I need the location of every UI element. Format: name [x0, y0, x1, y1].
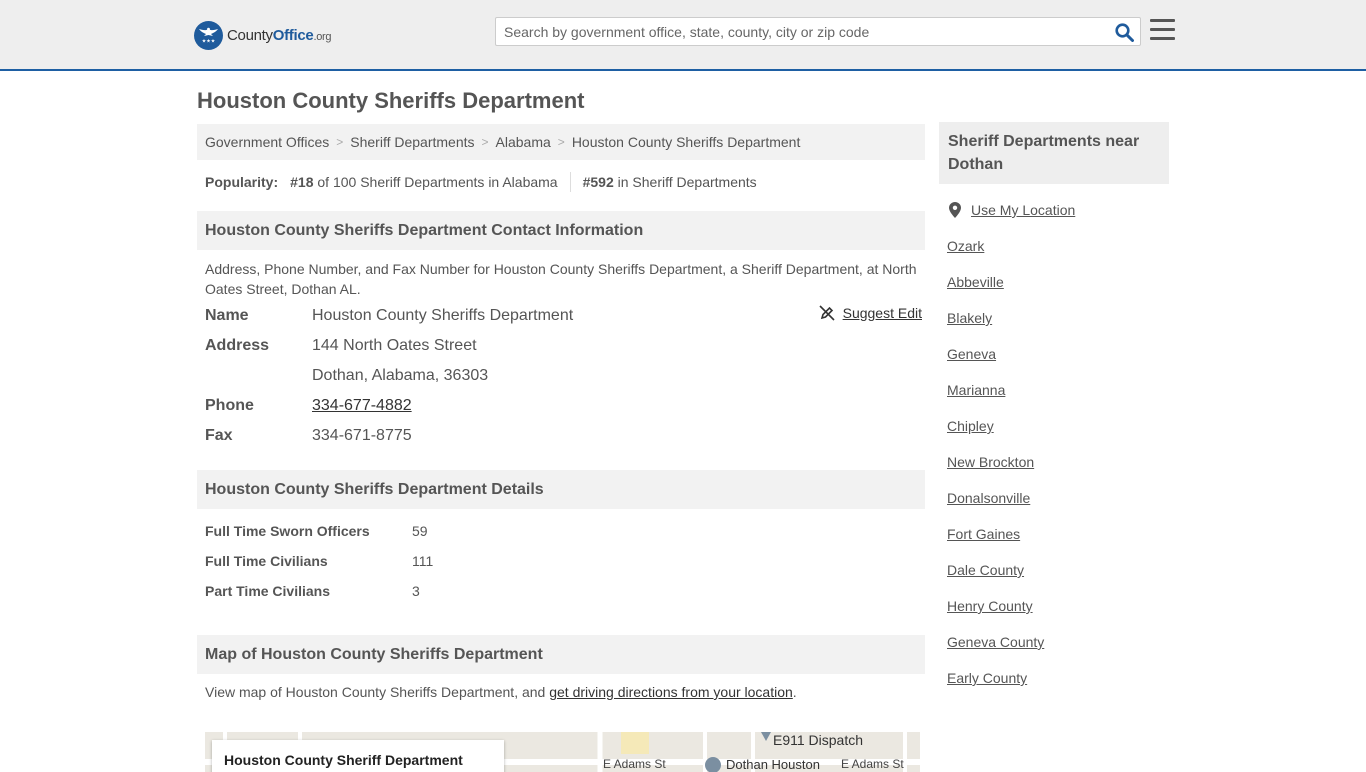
top-header: ★★★ CountyOffice.org: [0, 0, 1366, 71]
driving-directions-link[interactable]: get driving directions from your locatio…: [549, 684, 793, 700]
breadcrumb-separator-icon: >: [557, 135, 565, 149]
map-info-card: Houston County Sheriff Department: [212, 740, 504, 772]
map-description: View map of Houston County Sheriffs Depa…: [205, 684, 797, 700]
sidebar-item-new-brockton[interactable]: New Brockton: [947, 444, 1169, 480]
use-my-location-link[interactable]: Use My Location: [947, 192, 1169, 228]
breadcrumb-separator-icon: >: [336, 135, 344, 149]
national-rank: #592: [582, 174, 614, 190]
map-label: E Adams St: [841, 757, 904, 771]
breadcrumb-sheriff-departments[interactable]: Sheriff Departments: [350, 134, 474, 150]
contact-row-name: Name Houston County Sheriffs Department: [205, 301, 573, 331]
location-map[interactable]: E911 Dispatch E Adams St Dothan Houston …: [205, 732, 920, 772]
state-rank: #18: [290, 174, 314, 190]
details-label: Full Time Civilians: [205, 553, 328, 569]
map-label: E Adams St: [603, 757, 666, 771]
breadcrumb-government-offices[interactable]: Government Offices: [205, 134, 329, 150]
contact-row-phone: Phone 334-677-4882: [205, 391, 412, 421]
sidebar-item-geneva[interactable]: Geneva: [947, 336, 1169, 372]
edit-pencil-icon: [819, 305, 835, 321]
phone-link[interactable]: 334-677-4882: [312, 397, 412, 415]
sidebar-item-henry-county[interactable]: Henry County: [947, 588, 1169, 624]
use-my-location-label: Use My Location: [971, 202, 1076, 218]
sidebar-item-early-county[interactable]: Early County: [947, 660, 1169, 696]
details-value: 3: [412, 583, 420, 599]
search-button[interactable]: [1114, 22, 1134, 42]
search-input[interactable]: [496, 18, 1096, 45]
contact-row-fax: Fax 334-671-8775: [205, 421, 412, 451]
map-label: E911 Dispatch: [773, 732, 864, 748]
contact-label: Address: [205, 337, 270, 354]
breadcrumb-separator-icon: >: [481, 135, 489, 149]
suggest-edit-link[interactable]: Suggest Edit: [819, 305, 922, 321]
contact-value: 334-671-8775: [312, 427, 412, 444]
suggest-edit-label: Suggest Edit: [842, 305, 922, 321]
contact-label: Name: [205, 307, 249, 324]
contact-value: 144 North Oates Street: [312, 337, 477, 354]
sidebar-item-donalsonville[interactable]: Donalsonville: [947, 480, 1169, 516]
sidebar-item-fort-gaines[interactable]: Fort Gaines: [947, 516, 1169, 552]
details-row: Part Time Civilians 3: [205, 581, 420, 601]
breadcrumb-alabama[interactable]: Alabama: [496, 134, 551, 150]
sidebar-item-ozark[interactable]: Ozark: [947, 228, 1169, 264]
hamburger-icon: [1150, 19, 1175, 22]
contact-row-city: Dothan, Alabama, 36303: [205, 361, 488, 391]
sidebar-item-marianna[interactable]: Marianna: [947, 372, 1169, 408]
sidebar-heading: Sheriff Departments near Dothan: [939, 122, 1169, 184]
state-rank-text: of 100 Sheriff Departments in Alabama: [317, 174, 558, 190]
svg-text:★★★: ★★★: [202, 38, 216, 44]
search-bar: [495, 17, 1141, 46]
page-title: Houston County Sheriffs Department: [197, 88, 585, 113]
sidebar: Sheriff Departments near Dothan Use My L…: [939, 122, 1169, 696]
main-content: Government Offices > Sheriff Departments…: [197, 124, 925, 772]
eagle-logo-icon: ★★★: [194, 20, 223, 50]
contact-description: Address, Phone Number, and Fax Number fo…: [205, 261, 917, 297]
sidebar-list: Use My Location Ozark Abbeville Blakely …: [939, 192, 1169, 696]
divider: [569, 172, 571, 192]
sidebar-item-dale-county[interactable]: Dale County: [947, 552, 1169, 588]
contact-label: Fax: [205, 427, 233, 444]
contact-table: Suggest Edit Name Houston County Sheriff…: [197, 299, 925, 470]
contact-row-address: Address 144 North Oates Street: [205, 331, 477, 361]
map-label: Dothan Houston: [726, 757, 820, 772]
contact-heading: Houston County Sheriffs Department Conta…: [197, 211, 925, 250]
location-pin-icon: [949, 202, 961, 218]
sidebar-item-abbeville[interactable]: Abbeville: [947, 264, 1169, 300]
details-label: Full Time Sworn Officers: [205, 523, 370, 539]
breadcrumb: Government Offices > Sheriff Departments…: [197, 124, 925, 160]
site-logo[interactable]: ★★★ CountyOffice.org: [194, 20, 332, 50]
contact-label: Phone: [205, 397, 254, 414]
breadcrumb-current: Houston County Sheriffs Department: [571, 134, 801, 150]
sidebar-item-blakely[interactable]: Blakely: [947, 300, 1169, 336]
national-rank-text: in Sheriff Departments: [617, 174, 757, 190]
details-table: Full Time Sworn Officers 59 Full Time Ci…: [197, 509, 925, 625]
popularity-bar: Popularity: #18 of 100 Sheriff Departmen…: [197, 160, 925, 204]
details-heading: Houston County Sheriffs Department Detai…: [197, 470, 925, 509]
sidebar-item-chipley[interactable]: Chipley: [947, 408, 1169, 444]
contact-value: Dothan, Alabama, 36303: [312, 367, 489, 384]
details-value: 111: [412, 553, 434, 569]
details-row: Full Time Civilians 111: [205, 551, 433, 571]
details-row: Full Time Sworn Officers 59: [205, 521, 428, 541]
search-icon: [1114, 22, 1134, 42]
map-card-title: Houston County Sheriff Department: [224, 752, 463, 768]
logo-text: CountyOffice.org: [227, 26, 332, 44]
map-heading: Map of Houston County Sheriffs Departmen…: [197, 635, 925, 674]
details-label: Part Time Civilians: [205, 583, 331, 599]
sidebar-item-geneva-county[interactable]: Geneva County: [947, 624, 1169, 660]
contact-value: Houston County Sheriffs Department: [312, 307, 574, 324]
popularity-label: Popularity:: [205, 174, 279, 190]
details-value: 59: [412, 523, 428, 539]
menu-button[interactable]: [1150, 19, 1175, 41]
